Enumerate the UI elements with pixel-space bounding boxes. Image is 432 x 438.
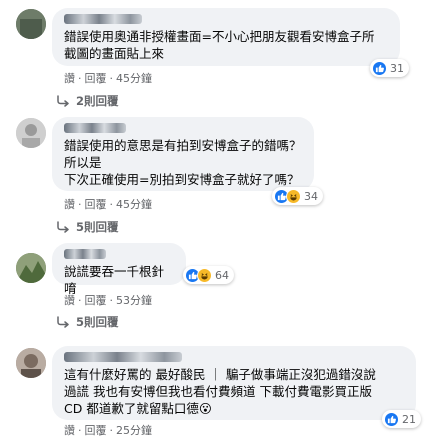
separator-dot: · — [109, 72, 114, 85]
replies-label: 5則回覆 — [76, 315, 119, 329]
comment-bubble: 說謊要吞一千根針唷 — [52, 243, 186, 296]
avatar-image — [16, 253, 46, 283]
view-replies-button[interactable]: 2則回覆 — [56, 93, 119, 109]
reply-arrow-icon — [57, 316, 69, 328]
comment-text: 錯誤使用奧通非授權畫面=不小心把朋友觀看安博盒子所 截圖的畫面貼上來 — [64, 29, 375, 61]
reaction-summary[interactable]: 64 — [183, 266, 234, 284]
comment-time[interactable]: 53分鐘 — [116, 292, 152, 308]
separator-dot: · — [78, 294, 82, 307]
avatar-image — [16, 348, 46, 378]
avatar-image — [16, 118, 46, 148]
haha-icon — [197, 267, 212, 283]
comment-time[interactable]: 45分鐘 — [116, 70, 152, 86]
comment-actions: 讚 · 回覆 · 45分鐘 — [64, 196, 152, 212]
commenter-name-blurred[interactable] — [64, 249, 106, 259]
replies-label: 5則回覆 — [76, 220, 119, 234]
reaction-summary[interactable]: 31 — [370, 59, 409, 77]
avatar[interactable] — [16, 9, 46, 39]
reply-arrow-icon — [57, 95, 69, 107]
separator-dot: · — [78, 198, 82, 211]
comment-bubble: 錯誤使用奧通非授權畫面=不小心把朋友觀看安博盒子所 截圖的畫面貼上來 — [52, 8, 400, 66]
like-icon — [372, 60, 387, 76]
reply-button[interactable]: 回覆 — [85, 292, 107, 308]
comment-actions: 讚 · 回覆 · 53分鐘 — [64, 292, 152, 308]
reply-button[interactable]: 回覆 — [85, 196, 107, 212]
avatar[interactable] — [16, 348, 46, 378]
replies-label: 2則回覆 — [76, 94, 119, 108]
view-replies-button[interactable]: 5則回覆 — [56, 219, 119, 235]
separator-dot: · — [78, 424, 82, 437]
reaction-count: 21 — [402, 412, 416, 426]
reply-button[interactable]: 回覆 — [85, 70, 107, 86]
comment-actions: 讚 · 回覆 · 45分鐘 — [64, 70, 152, 86]
commenter-name-blurred[interactable] — [64, 123, 126, 133]
separator-dot: · — [109, 198, 114, 211]
like-button[interactable]: 讚 — [64, 70, 75, 86]
comment-bubble: 錯誤使用的意思是有拍到安博盒子的錯嗎？ 所以是 下次正確使用=別拍到安博盒子就好… — [52, 117, 314, 191]
avatar-image — [16, 9, 46, 39]
commenter-name-blurred[interactable] — [64, 352, 182, 362]
separator-dot: · — [109, 294, 114, 307]
reaction-summary[interactable]: 21 — [382, 410, 421, 428]
avatar[interactable] — [16, 253, 46, 283]
comment-text: 這有什麼好罵的 最好酸民 ｜ 騙子做事端正沒犯過錯沒說 過謊 我也有安博但我也看… — [64, 367, 376, 416]
reaction-count: 34 — [304, 189, 318, 203]
separator-dot: · — [78, 72, 82, 85]
reaction-summary[interactable]: 34 — [272, 187, 323, 205]
like-button[interactable]: 讚 — [64, 196, 75, 212]
haha-icon — [286, 188, 301, 204]
comment-text: 錯誤使用的意思是有拍到安博盒子的錯嗎？ 所以是 下次正確使用=別拍到安博盒子就好… — [64, 138, 302, 187]
separator-dot: · — [109, 424, 114, 437]
comment-bubble: 這有什麼好罵的 最好酸民 ｜ 騙子做事端正沒犯過錯沒說 過謊 我也有安博但我也看… — [52, 346, 416, 420]
like-icon — [384, 411, 399, 427]
reaction-count: 31 — [390, 61, 404, 75]
avatar[interactable] — [16, 118, 46, 148]
reply-arrow-icon — [57, 221, 69, 233]
like-button[interactable]: 讚 — [64, 292, 75, 308]
commenter-name-blurred[interactable] — [64, 14, 142, 24]
comment-time[interactable]: 45分鐘 — [116, 196, 152, 212]
reaction-count: 64 — [215, 268, 229, 282]
view-replies-button[interactable]: 5則回覆 — [56, 314, 119, 330]
